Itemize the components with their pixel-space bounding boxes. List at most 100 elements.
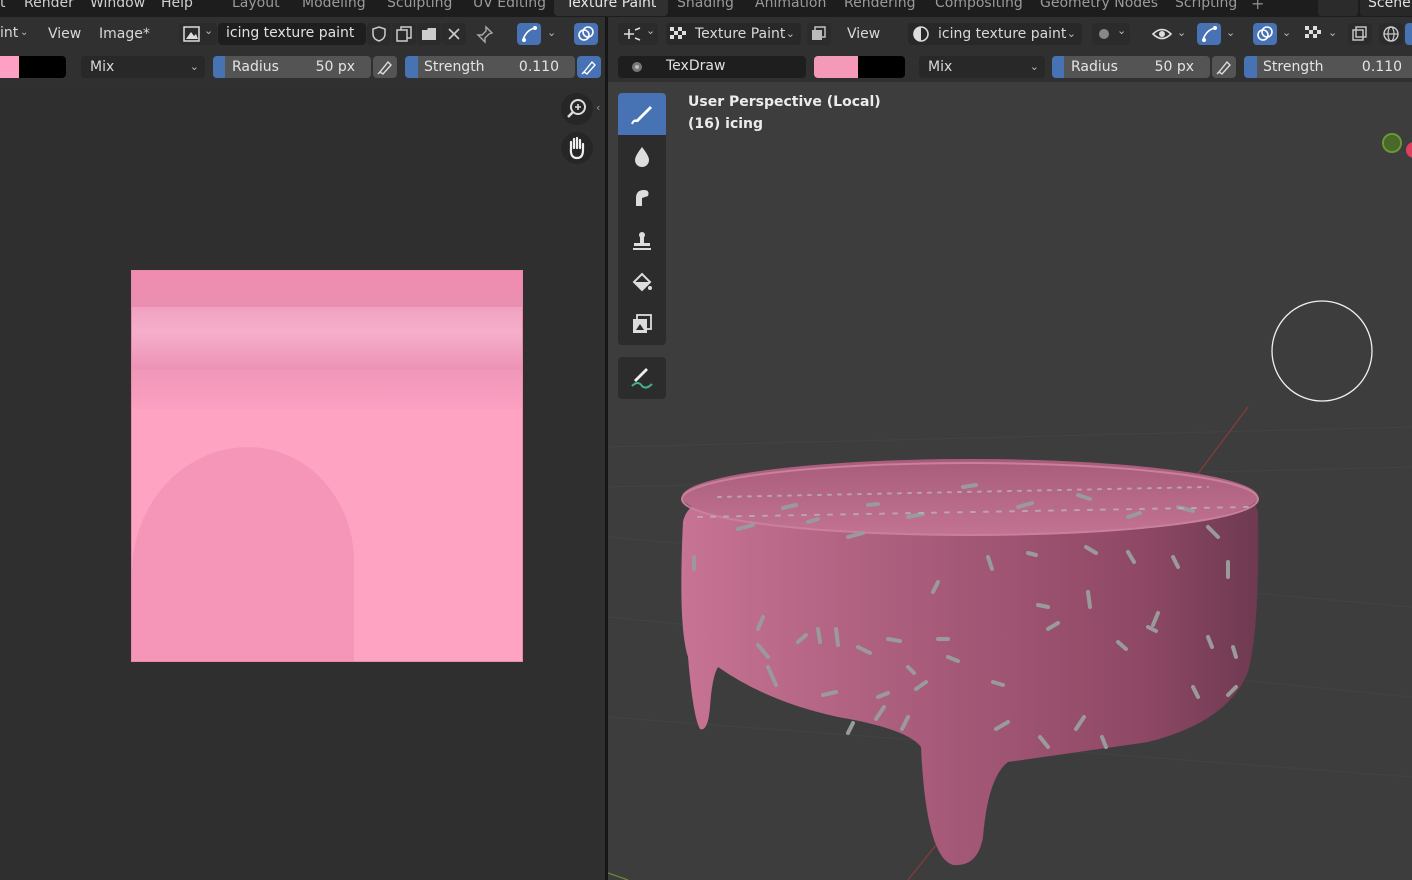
smear-brush-icon [636, 190, 649, 206]
mode-label: Texture Paint [695, 26, 786, 42]
solid-shading-button[interactable] [1405, 23, 1412, 45]
viewport-blend-mode-dropdown[interactable]: Mix ⌄ [919, 56, 1045, 78]
chevron-down-icon[interactable]: ⌄ [1328, 26, 1337, 39]
tab-animation[interactable]: Animation [755, 0, 826, 11]
xray-checker-icon[interactable] [1304, 25, 1324, 47]
tab-rendering[interactable]: Rendering [844, 0, 916, 11]
menu-window[interactable]: Window [90, 0, 145, 11]
image-icon [183, 26, 200, 42]
add-workspace-button[interactable]: + [1251, 0, 1264, 13]
visibility-eye-icon[interactable] [1151, 24, 1173, 48]
chevron-down-icon[interactable]: ⌄ [1177, 26, 1186, 39]
tab-layout[interactable]: Layout [232, 0, 280, 11]
pin-icon[interactable] [475, 25, 495, 49]
texture-paint-mode-icon [670, 27, 686, 39]
strength-pressure-button[interactable] [577, 56, 601, 78]
chevron-down-icon: ⌄ [20, 27, 29, 38]
image-tool-settings: Mix ⌄ Radius 50 px Strength 0.110 [0, 50, 605, 82]
tool-clone[interactable] [618, 219, 666, 261]
viewport-strength-slider[interactable]: Strength 0.110 [1244, 56, 1412, 78]
viewport-object-label: (16) icing [688, 116, 764, 132]
tab-geometry-nodes[interactable]: Geometry Nodes [1040, 0, 1158, 11]
viewport-editor-icon [624, 27, 641, 41]
viewport-tool-settings: TexDraw Mix ⌄ Radius 50 px Strength 0.11… [608, 50, 1412, 82]
3d-viewport[interactable]: ⌄ Texture Paint ⌄ View icing texture pai… [608, 17, 1412, 880]
tool-fill[interactable] [618, 261, 666, 303]
chevron-down-icon[interactable]: ⌄ [547, 26, 556, 39]
uv-sync-button[interactable] [517, 23, 541, 45]
wireframe-shading-button[interactable] [1379, 23, 1403, 45]
uv-icon [522, 26, 537, 42]
viewport-secondary-color-swatch[interactable] [858, 56, 905, 78]
tab-sculpting[interactable]: Sculpting [387, 0, 452, 11]
viewport-scene [608, 133, 1412, 880]
secondary-color-swatch[interactable] [19, 56, 66, 78]
image-name-field[interactable]: icing texture paint [218, 23, 366, 45]
view-menu[interactable]: View [48, 26, 81, 42]
texture-image-canvas[interactable] [131, 270, 523, 662]
brush-selector[interactable]: TexDraw [618, 56, 806, 78]
menu-help[interactable]: Help [161, 0, 193, 11]
viewport-primary-color-swatch[interactable] [814, 56, 858, 78]
slot-button[interactable] [807, 23, 831, 45]
viewport-view-menu[interactable]: View [847, 26, 880, 42]
chevron-down-icon: ⌄ [785, 27, 795, 40]
folder-icon [422, 28, 436, 40]
pen-pressure-icon [1216, 60, 1231, 75]
tool-draw[interactable] [618, 93, 666, 135]
annotate-icon [631, 368, 653, 389]
viewport-perspective-label: User Perspective (Local) [688, 94, 881, 110]
stack-icon [812, 26, 826, 40]
tab-uv-editing[interactable]: UV Editing [473, 0, 546, 11]
editor-type-button[interactable]: ⌄ [618, 23, 658, 45]
tab-scripting[interactable]: Scripting [1175, 0, 1237, 11]
tool-soften[interactable] [618, 135, 666, 177]
viewport-blend-mode-label: Mix [928, 59, 953, 75]
primary-color-swatch[interactable] [0, 56, 19, 78]
image-name-text: icing texture paint [226, 25, 355, 41]
chevron-down-icon[interactable]: ⌄ [1282, 26, 1291, 39]
menu-render[interactable]: Render [24, 0, 74, 11]
dot-icon [1099, 29, 1109, 39]
chevron-down-icon[interactable]: ⌄ [1226, 26, 1235, 39]
xray-toggle-button[interactable] [1348, 23, 1372, 45]
scene-selector[interactable]: Scene [1360, 0, 1412, 16]
blend-mode-dropdown[interactable]: Mix ⌄ [81, 56, 205, 78]
tool-mask[interactable] [618, 303, 666, 345]
viewport-radius-slider[interactable]: Radius 50 px [1052, 56, 1210, 78]
open-image-button[interactable] [417, 23, 441, 45]
radius-label: Radius [232, 59, 279, 75]
zoom-icon[interactable] [561, 93, 593, 125]
hand-pan-icon[interactable] [561, 132, 593, 164]
image-menu[interactable]: Image* [99, 26, 150, 42]
radius-pressure-button[interactable] [373, 56, 397, 78]
new-image-button[interactable] [392, 23, 416, 45]
tool-annotate[interactable] [618, 357, 666, 399]
fake-user-button[interactable] [367, 23, 391, 45]
image-browse-button[interactable]: ⌄ [179, 23, 217, 45]
tab-compositing[interactable]: Compositing [935, 0, 1023, 11]
sidebar-toggle-icon[interactable]: ‹ [596, 101, 600, 114]
tab-modeling[interactable]: Modeling [302, 0, 366, 11]
gizmo-toggle-button[interactable] [1197, 23, 1221, 45]
image-editor: int ⌄ View Image* ⌄ icing texture paint … [0, 17, 605, 880]
viewport-image-dropdown[interactable]: icing texture paint ⌄ [908, 23, 1082, 45]
radius-slider[interactable]: Radius 50 px [213, 56, 371, 78]
editor-mode-dropdown[interactable]: int [0, 25, 18, 41]
menu-file-truncated[interactable]: t [0, 0, 6, 11]
scene-selector-icon[interactable] [1318, 0, 1358, 16]
wireframe-sphere-icon [1383, 26, 1399, 42]
tab-shading[interactable]: Shading [677, 0, 734, 11]
strength-slider[interactable]: Strength 0.110 [405, 56, 575, 78]
mode-dropdown[interactable]: Texture Paint ⌄ [666, 23, 801, 45]
unlink-image-button[interactable] [442, 23, 466, 45]
viewport-image-name: icing texture paint [938, 26, 1067, 42]
overlay-toggle-button[interactable] [574, 23, 598, 45]
tab-texture-paint[interactable]: Texture Paint [554, 0, 669, 16]
viewport-strength-label: Strength [1263, 59, 1324, 75]
chevron-down-icon: ⌄ [204, 24, 214, 37]
viewport-overlay-button[interactable] [1253, 23, 1277, 45]
viewport-radius-pressure-button[interactable] [1212, 56, 1236, 78]
snap-button[interactable]: ⌄ [1092, 23, 1130, 45]
tool-smear[interactable] [618, 177, 666, 219]
